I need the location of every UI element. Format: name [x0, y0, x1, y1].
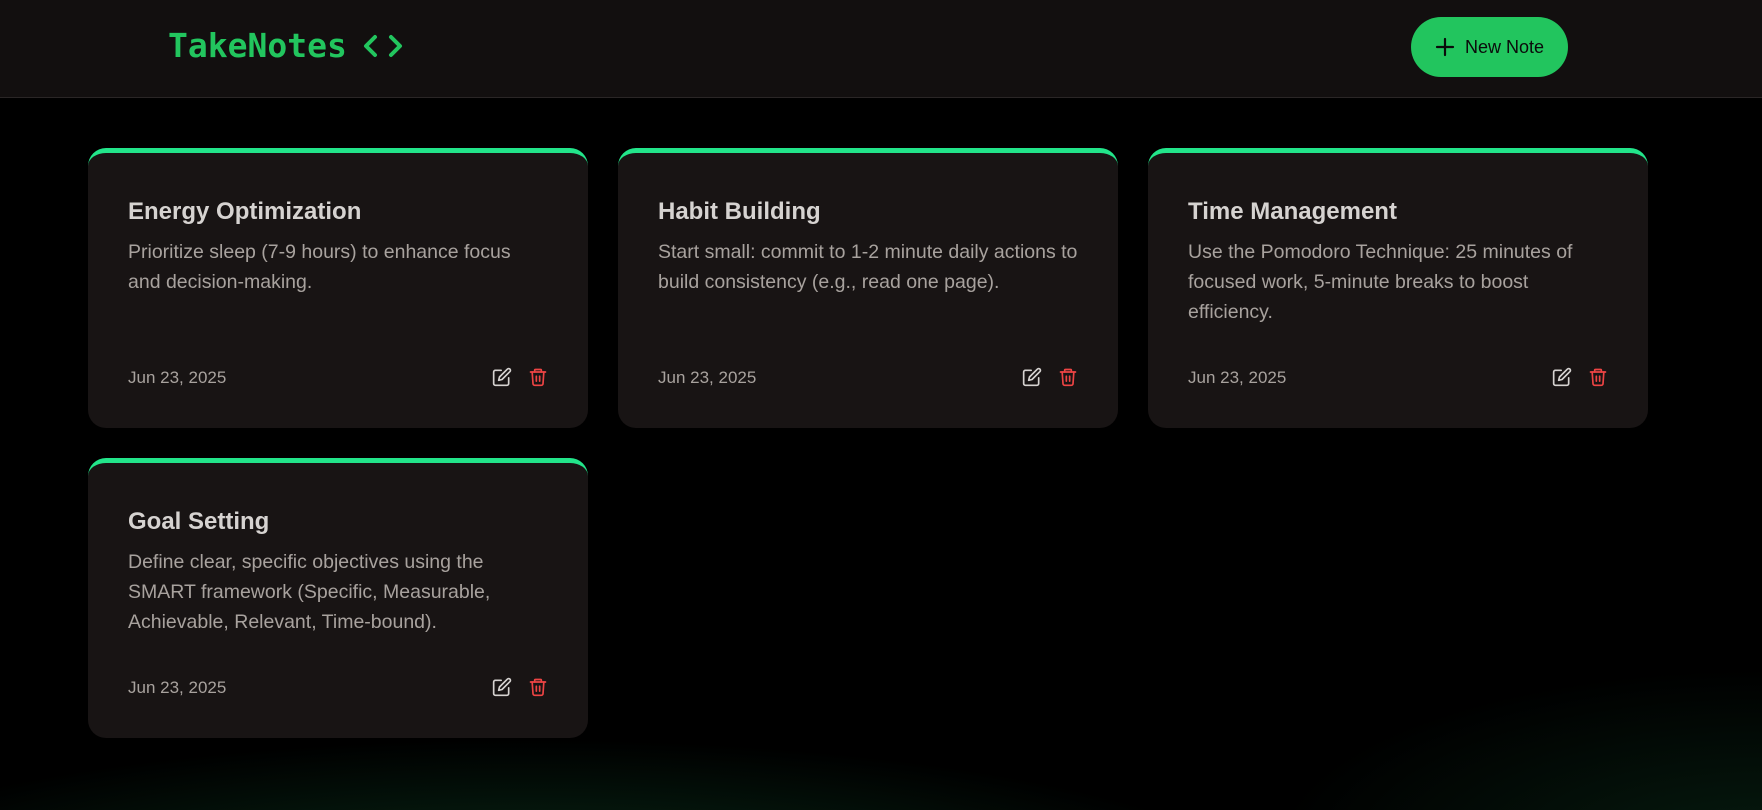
trash-icon [1058, 367, 1078, 390]
delete-button[interactable] [528, 678, 548, 698]
delete-button[interactable] [1058, 368, 1078, 388]
note-card[interactable]: Energy Optimization Prioritize sleep (7-… [88, 148, 588, 428]
delete-button[interactable] [528, 368, 548, 388]
edit-button[interactable] [492, 677, 512, 700]
edit-button[interactable] [1022, 367, 1042, 390]
note-footer: Jun 23, 2025 [1188, 367, 1608, 390]
edit-icon [1022, 367, 1042, 390]
new-note-button[interactable]: New Note [1411, 17, 1568, 77]
notes-grid: Energy Optimization Prioritize sleep (7-… [88, 148, 1648, 738]
note-card[interactable]: Time Management Use the Pomodoro Techniq… [1148, 148, 1648, 428]
delete-button[interactable] [1588, 368, 1608, 388]
note-actions [492, 677, 548, 700]
note-footer: Jun 23, 2025 [128, 367, 548, 390]
note-actions [1022, 367, 1078, 390]
code-icon [363, 32, 403, 60]
edit-icon [492, 367, 512, 390]
trash-icon [528, 367, 548, 390]
edit-button[interactable] [1552, 367, 1572, 390]
trash-icon [1588, 367, 1608, 390]
app-header: TakeNotes New Note [0, 0, 1762, 98]
note-date: Jun 23, 2025 [658, 368, 757, 387]
note-date: Jun 23, 2025 [128, 368, 227, 387]
note-actions [492, 367, 548, 390]
note-date: Jun 23, 2025 [128, 678, 227, 697]
trash-icon [528, 677, 548, 700]
edit-button[interactable] [492, 367, 512, 390]
brand-logo[interactable]: TakeNotes [168, 26, 403, 65]
brand-name: TakeNotes [168, 26, 347, 65]
note-card[interactable]: Goal Setting Define clear, specific obje… [88, 458, 588, 738]
note-footer: Jun 23, 2025 [658, 367, 1078, 390]
note-footer: Jun 23, 2025 [128, 677, 548, 700]
note-body: Start small: commit to 1-2 minute daily … [658, 241, 1078, 293]
note-body: Define clear, specific objectives using … [128, 551, 491, 633]
note-title: Energy Optimization [128, 198, 362, 225]
note-body: Use the Pomodoro Technique: 25 minutes o… [1188, 241, 1573, 323]
edit-icon [1552, 367, 1572, 390]
note-title: Habit Building [658, 198, 821, 225]
plus-icon [1435, 37, 1455, 57]
edit-icon [492, 677, 512, 700]
new-note-label: New Note [1464, 36, 1545, 57]
note-card[interactable]: Habit Building Start small: commit to 1-… [618, 148, 1118, 428]
note-title: Time Management [1188, 198, 1397, 225]
note-body: Prioritize sleep (7-9 hours) to enhance … [128, 241, 511, 293]
note-actions [1552, 367, 1608, 390]
note-title: Goal Setting [128, 508, 270, 535]
note-date: Jun 23, 2025 [1188, 368, 1287, 387]
